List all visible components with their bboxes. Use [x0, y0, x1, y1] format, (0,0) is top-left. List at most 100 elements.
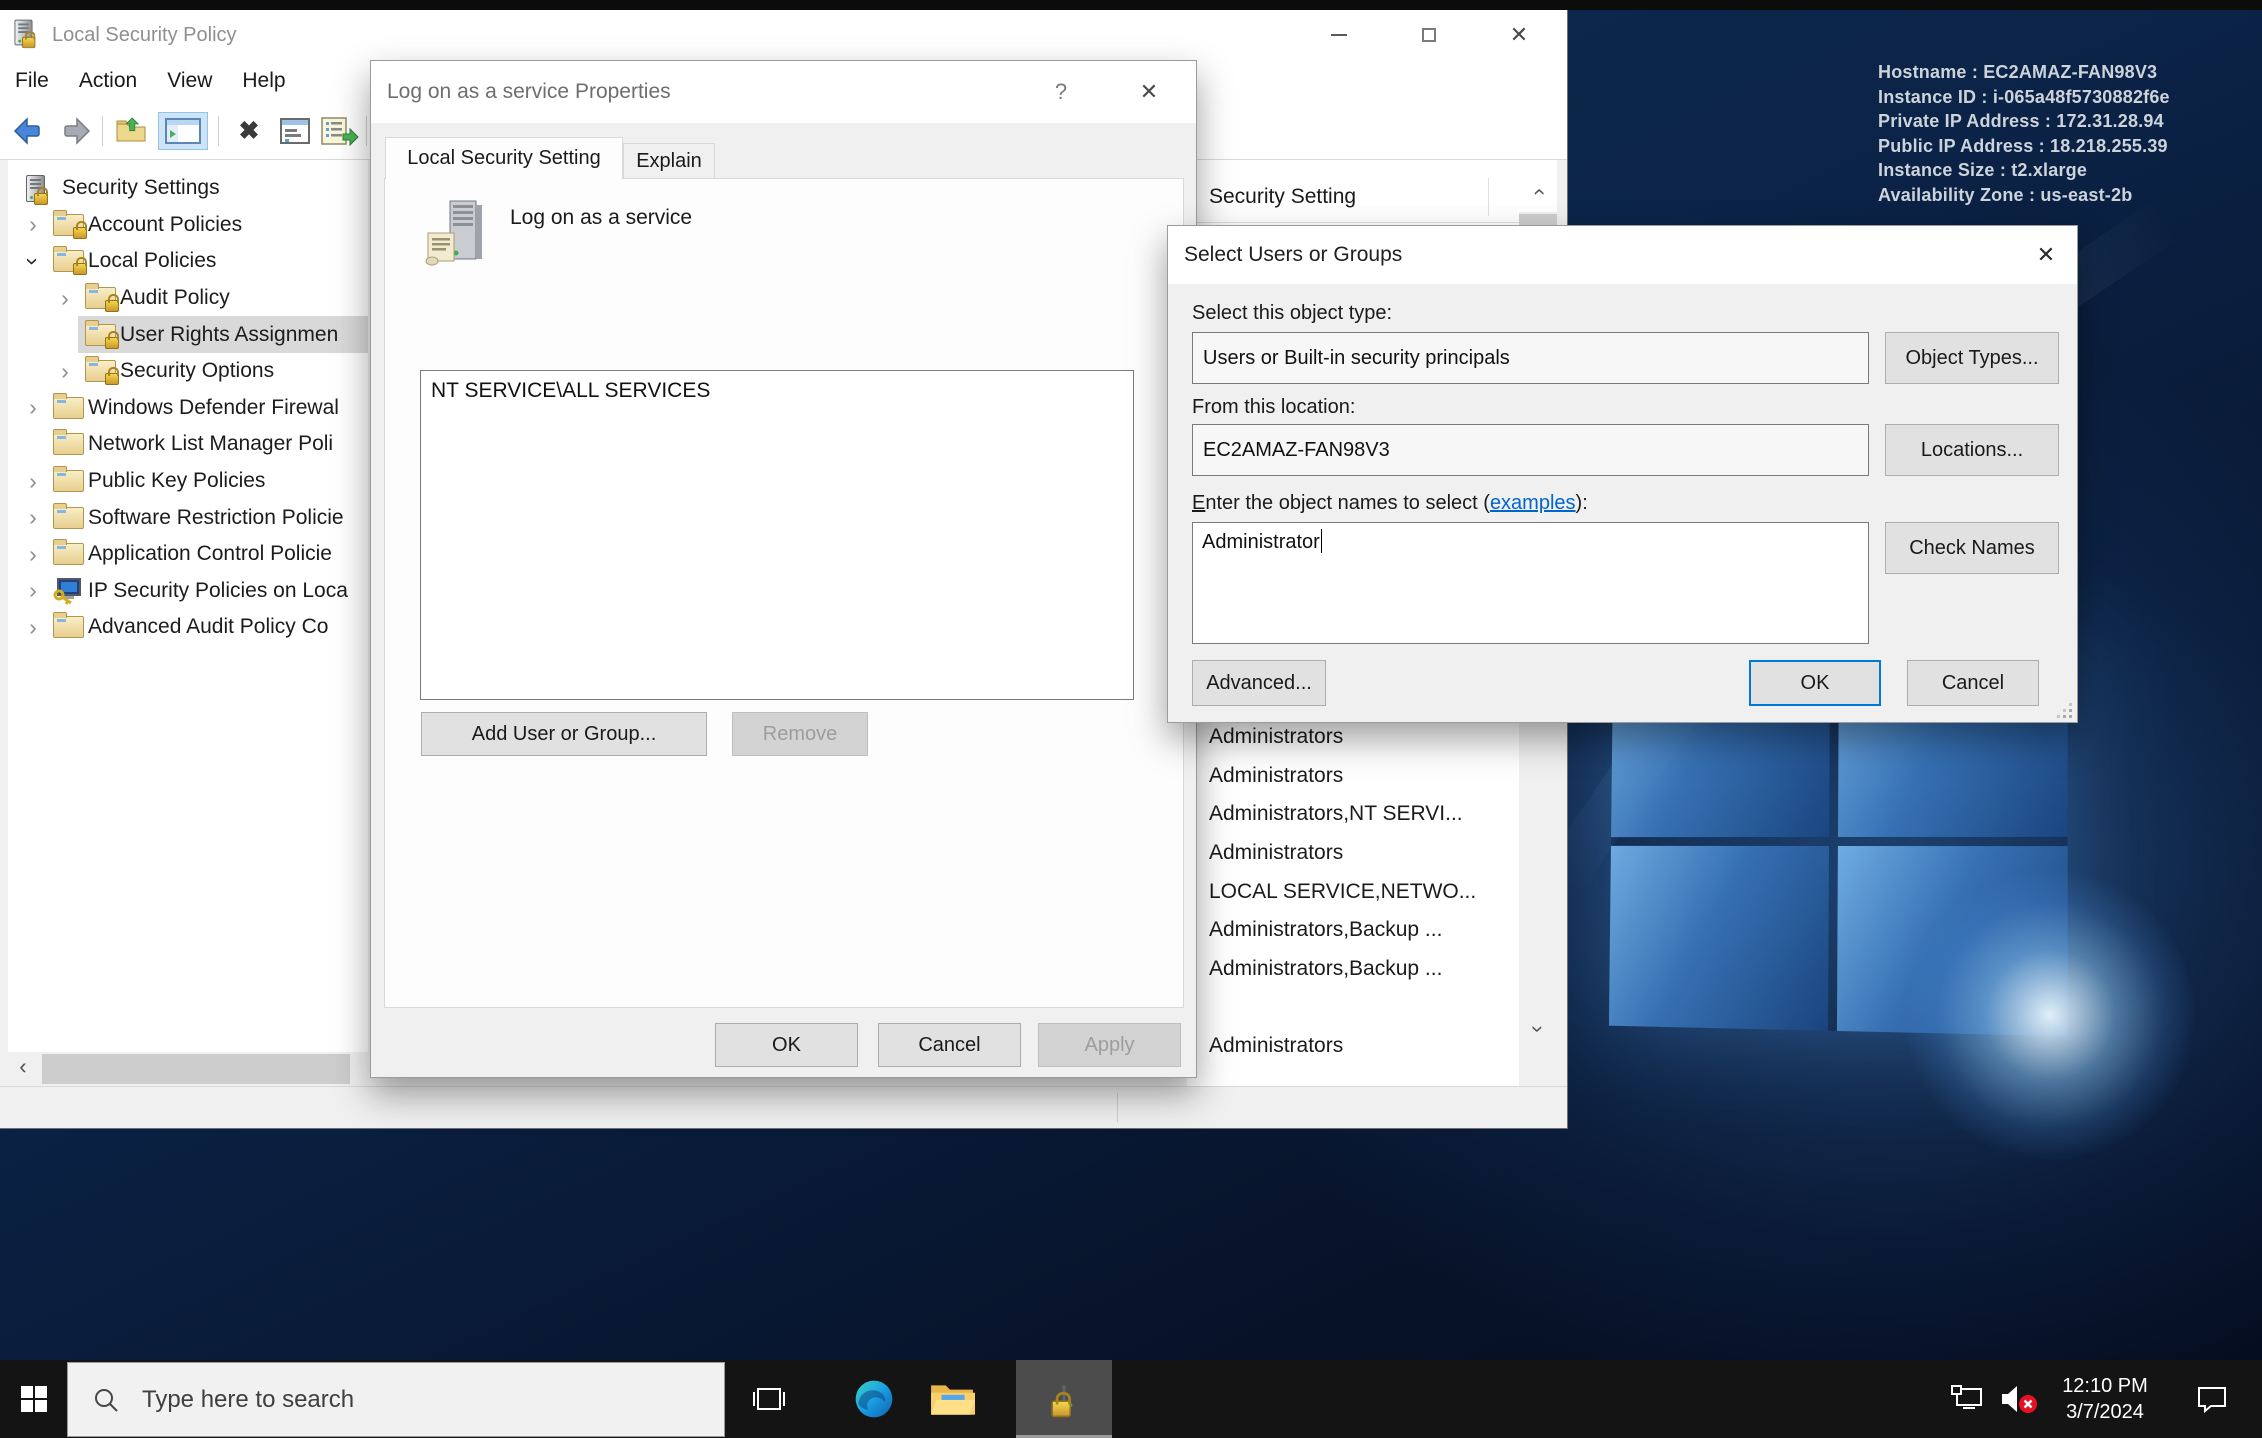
instance-info-line: Availability Zone : us-east-2b: [1878, 183, 2170, 208]
examples-link[interactable]: examples: [1490, 492, 1576, 514]
object-names-input[interactable]: Administrator: [1192, 522, 1869, 644]
delete-icon: ✖: [239, 116, 260, 146]
network-status-button[interactable]: [1944, 1360, 1992, 1438]
scrollbar-thumb[interactable]: [42, 1054, 350, 1084]
cancel-button[interactable]: Cancel: [878, 1023, 1021, 1067]
menu-file[interactable]: File: [0, 60, 64, 102]
tree-item-ip-security-policies[interactable]: › IP Security Policies on Loca: [8, 573, 368, 610]
list-row[interactable]: [1187, 988, 1517, 1027]
forward-button[interactable]: [54, 112, 96, 150]
object-type-field[interactable]: Users or Built-in security principals: [1192, 332, 1869, 384]
advanced-button[interactable]: Advanced...: [1192, 660, 1326, 706]
ok-button[interactable]: OK: [1749, 660, 1881, 706]
tree-item-label: User Rights Assignmen: [120, 323, 338, 347]
close-button[interactable]: ✕: [2014, 226, 2078, 284]
folder-icon: [48, 433, 88, 455]
text-caret: [1321, 529, 1322, 553]
dialog-title-bar[interactable]: Select Users or Groups ✕: [1168, 226, 2077, 284]
delete-button[interactable]: ✖: [228, 112, 270, 150]
action-center-button[interactable]: [2182, 1360, 2242, 1438]
chevron-right-icon[interactable]: ›: [18, 211, 48, 238]
list-row[interactable]: Administrators,Backup ...: [1187, 950, 1517, 989]
tree-item-application-control[interactable]: › Application Control Policie: [8, 536, 368, 573]
remove-button[interactable]: Remove: [732, 712, 868, 756]
tree-item-software-restriction[interactable]: › Software Restriction Policie: [8, 499, 368, 536]
chevron-right-icon[interactable]: ›: [18, 614, 48, 641]
edge-browser-button[interactable]: [838, 1360, 910, 1438]
tree-item-windows-defender-firewall[interactable]: › Windows Defender Firewal: [8, 390, 368, 427]
chevron-right-icon[interactable]: ›: [18, 541, 48, 568]
tree-item-account-policies[interactable]: › Account Policies: [8, 207, 368, 244]
list-row[interactable]: Administrators,Backup ...: [1187, 911, 1517, 950]
menu-help[interactable]: Help: [227, 60, 300, 102]
local-security-policy-taskbar-button[interactable]: [1016, 1360, 1112, 1438]
list-row[interactable]: Administrators: [1187, 718, 1517, 757]
action-center-icon: [2196, 1384, 2228, 1414]
taskbar-search-input[interactable]: Type here to search: [67, 1362, 725, 1437]
list-row[interactable]: Administrators,NT SERVI...: [1187, 795, 1517, 834]
chevron-right-icon[interactable]: ›: [18, 468, 48, 495]
tree-item-advanced-audit-policy[interactable]: › Advanced Audit Policy Co: [8, 609, 368, 646]
menu-action[interactable]: Action: [64, 60, 152, 102]
tree-item-public-key-policies[interactable]: › Public Key Policies: [8, 463, 368, 500]
network-icon: [1950, 1384, 1986, 1414]
column-header-security-setting[interactable]: Security Setting: [1187, 172, 1519, 223]
taskbar-clock[interactable]: 12:10 PM 3/7/2024: [2046, 1360, 2164, 1438]
list-row[interactable]: Administrators: [1187, 1027, 1517, 1066]
scroll-left-button[interactable]: ›: [8, 1052, 38, 1086]
object-types-button[interactable]: Object Types...: [1885, 332, 2059, 384]
tree-item-label: Advanced Audit Policy Co: [88, 615, 328, 639]
help-button[interactable]: ?: [1036, 61, 1086, 123]
scroll-up-button[interactable]: ›: [1519, 172, 1557, 212]
properties-button[interactable]: [274, 112, 316, 150]
menu-view[interactable]: View: [152, 60, 227, 102]
chevron-right-icon[interactable]: ›: [18, 394, 48, 421]
maximize-button[interactable]: [1396, 10, 1462, 60]
location-field[interactable]: EC2AMAZ-FAN98V3: [1192, 424, 1869, 476]
members-list[interactable]: NT SERVICE\ALL SERVICES: [420, 370, 1134, 700]
back-button[interactable]: [8, 112, 50, 150]
file-explorer-button[interactable]: [916, 1360, 988, 1438]
scroll-down-button[interactable]: ›: [1519, 1010, 1557, 1048]
close-button[interactable]: ✕: [1486, 10, 1552, 60]
dialog-title-bar[interactable]: Log on as a service Properties ? ✕: [371, 61, 1196, 123]
tree-item-network-list-manager[interactable]: › Network List Manager Poli: [8, 426, 368, 463]
ok-button[interactable]: OK: [715, 1023, 858, 1067]
member-item[interactable]: NT SERVICE\ALL SERVICES: [431, 379, 1123, 403]
tree-horizontal-scrollbar[interactable]: ›: [8, 1052, 368, 1086]
tree-item-local-policies[interactable]: › Local Policies: [8, 243, 368, 280]
tab-explain[interactable]: Explain: [623, 143, 715, 179]
close-button[interactable]: ✕: [1116, 61, 1182, 123]
tree-item-audit-policy[interactable]: › Audit Policy: [8, 280, 368, 317]
apply-button[interactable]: Apply: [1038, 1023, 1181, 1067]
start-button[interactable]: [0, 1360, 67, 1438]
locations-button[interactable]: Locations...: [1885, 424, 2059, 476]
chevron-right-icon[interactable]: ›: [18, 577, 48, 604]
tree-item-security-options[interactable]: › Security Options: [8, 353, 368, 390]
policy-name: Log on as a service: [510, 206, 692, 230]
window-title-bar[interactable]: Local Security Policy ✕: [0, 10, 1567, 60]
security-setting-value: Administrators: [1209, 841, 1343, 865]
volume-muted-button[interactable]: [1992, 1360, 2046, 1438]
list-row[interactable]: LOCAL SERVICE,NETWO...: [1187, 872, 1517, 911]
resize-grip[interactable]: [2069, 715, 2072, 718]
export-list-button[interactable]: [318, 112, 360, 150]
tab-local-security-setting[interactable]: Local Security Setting: [385, 137, 623, 179]
chevron-right-icon[interactable]: ›: [18, 504, 48, 531]
chevron-down-icon[interactable]: ›: [20, 246, 47, 276]
show-console-tree-button[interactable]: [158, 112, 208, 150]
cancel-button[interactable]: Cancel: [1907, 660, 2039, 706]
list-row[interactable]: Administrators: [1187, 834, 1517, 873]
chevron-right-icon[interactable]: ›: [50, 358, 80, 385]
volume-muted-icon: [1998, 1382, 2040, 1416]
check-names-button[interactable]: Check Names: [1885, 522, 2059, 574]
add-user-or-group-button[interactable]: Add User or Group...: [421, 712, 707, 756]
list-row[interactable]: Administrators: [1187, 757, 1517, 796]
tree-item-security-settings[interactable]: Security Settings: [8, 170, 368, 207]
tree-item-user-rights-assignment[interactable]: › User Rights Assignmen: [8, 316, 368, 353]
minimize-button[interactable]: [1306, 10, 1372, 60]
button-label: Cancel: [918, 1034, 980, 1057]
task-view-button[interactable]: [734, 1360, 804, 1438]
chevron-right-icon[interactable]: ›: [50, 285, 80, 312]
up-one-level-button[interactable]: [112, 112, 154, 150]
